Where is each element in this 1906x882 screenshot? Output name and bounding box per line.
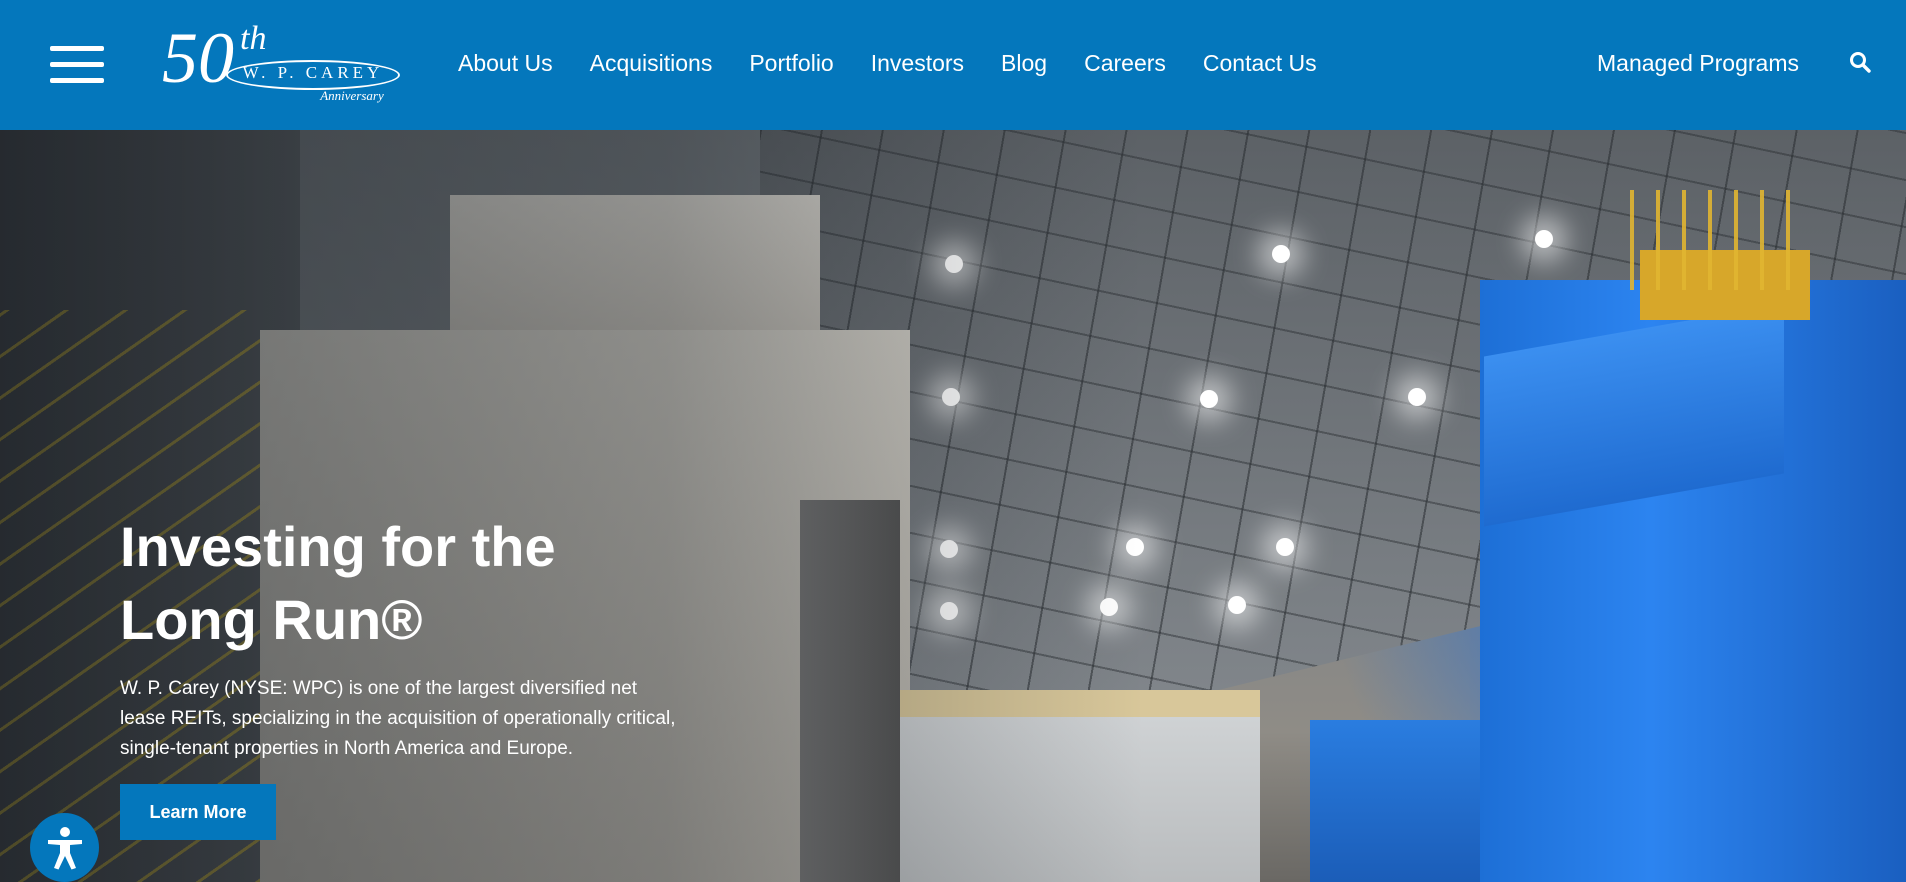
accessibility-icon[interactable] — [30, 813, 99, 882]
hero-title-line2: Long Run® — [120, 588, 423, 651]
site-header: 50 th W. P. CAREY Anniversary About Us A… — [0, 0, 1906, 130]
logo-brand: W. P. CAREY — [242, 63, 384, 82]
main-nav: About Us Acquisitions Portfolio Investor… — [458, 46, 1354, 80]
nav-careers[interactable]: Careers — [1084, 46, 1166, 80]
page: 50 th W. P. CAREY Anniversary About Us A… — [0, 0, 1906, 882]
nav-contact-us[interactable]: Contact Us — [1203, 46, 1317, 80]
hero-content: Investing for the Long Run® W. P. Carey … — [120, 510, 720, 840]
nav-portfolio[interactable]: Portfolio — [749, 46, 833, 80]
logo[interactable]: 50 th W. P. CAREY Anniversary — [162, 20, 408, 106]
hero-section: Investing for the Long Run® W. P. Carey … — [0, 130, 1906, 882]
logo-suffix: th — [240, 20, 267, 57]
accessibility-figure-icon — [47, 826, 82, 869]
logo-number: 50 — [162, 18, 234, 98]
nav-blog[interactable]: Blog — [1001, 46, 1047, 80]
hero-title: Investing for the Long Run® — [120, 510, 720, 656]
managed-programs-link[interactable]: Managed Programs — [1597, 46, 1799, 80]
logo-tagline: Anniversary — [320, 88, 384, 103]
nav-about-us[interactable]: About Us — [458, 46, 553, 80]
search-icon[interactable] — [1849, 51, 1871, 73]
hamburger-icon[interactable] — [50, 46, 104, 84]
hero-description: W. P. Carey (NYSE: WPC) is one of the la… — [120, 678, 676, 759]
hero-title-line1: Investing for the — [120, 515, 556, 578]
nav-acquisitions[interactable]: Acquisitions — [590, 46, 713, 80]
nav-investors[interactable]: Investors — [871, 46, 964, 80]
learn-more-button[interactable]: Learn More — [120, 784, 276, 840]
